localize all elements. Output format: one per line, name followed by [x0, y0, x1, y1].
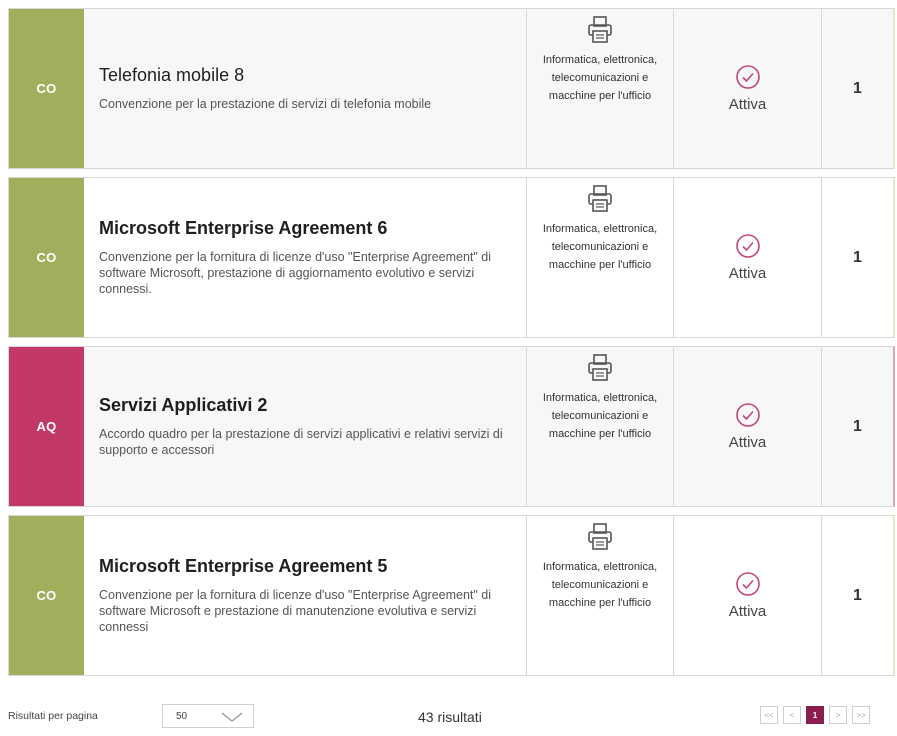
- printer-icon: [588, 354, 612, 381]
- status-cell: Attiva: [674, 9, 822, 168]
- card-main: Servizi Applicativi 2 Accordo quadro per…: [84, 347, 526, 506]
- printer-icon: [588, 185, 612, 212]
- check-circle-icon: [735, 65, 760, 89]
- results-footer: Risultati per pagina 50 43 risultati << …: [0, 700, 897, 736]
- category-label: Informatica, elettronica, telecomunicazi…: [542, 561, 658, 609]
- last-page-button[interactable]: >>: [852, 706, 870, 724]
- result-card-telefonia-mobile-8[interactable]: CO Telefonia mobile 8 Convenzione per la…: [8, 8, 895, 169]
- type-badge: CO: [9, 516, 84, 675]
- card-title[interactable]: Servizi Applicativi 2: [99, 395, 516, 416]
- lot-count: 1: [853, 586, 862, 604]
- category-cell: Informatica, elettronica, telecomunicazi…: [526, 347, 674, 506]
- type-badge: AQ: [9, 347, 84, 506]
- category-cell: Informatica, elettronica, telecomunicazi…: [526, 9, 674, 168]
- category-cell: Informatica, elettronica, telecomunicazi…: [526, 516, 674, 675]
- card-title[interactable]: Microsoft Enterprise Agreement 5: [99, 556, 516, 577]
- card-title[interactable]: Telefonia mobile 8: [99, 65, 516, 86]
- category-label: Informatica, elettronica, telecomunicazi…: [542, 223, 658, 271]
- status-cell: Attiva: [674, 347, 822, 506]
- pagination: << < 1 > >>: [760, 706, 870, 726]
- status-cell: Attiva: [674, 178, 822, 337]
- status-label: Attiva: [728, 603, 767, 620]
- per-page-select[interactable]: 50: [162, 704, 254, 728]
- lot-count: 1: [853, 417, 862, 435]
- printer-icon: [588, 16, 612, 43]
- status-label: Attiva: [728, 96, 767, 113]
- per-page-value: 50: [176, 711, 188, 722]
- check-circle-icon: [735, 234, 760, 258]
- result-card-microsoft-ea-5[interactable]: CO Microsoft Enterprise Agreement 5 Conv…: [8, 515, 895, 676]
- type-badge: CO: [9, 178, 84, 337]
- lot-count: 1: [853, 79, 862, 97]
- card-main: Microsoft Enterprise Agreement 6 Convenz…: [84, 178, 526, 337]
- prev-page-button[interactable]: <: [783, 706, 801, 724]
- status-label: Attiva: [728, 265, 767, 282]
- status-cell: Attiva: [674, 516, 822, 675]
- lot-count: 1: [853, 248, 862, 266]
- result-card-servizi-applicativi-2[interactable]: AQ Servizi Applicativi 2 Accordo quadro …: [8, 346, 895, 507]
- first-page-button[interactable]: <<: [760, 706, 778, 724]
- category-cell: Informatica, elettronica, telecomunicazi…: [526, 178, 674, 337]
- category-label: Informatica, elettronica, telecomunicazi…: [542, 54, 658, 102]
- card-title[interactable]: Microsoft Enterprise Agreement 6: [99, 218, 516, 239]
- card-main: Telefonia mobile 8 Convenzione per la pr…: [84, 9, 526, 168]
- status-label: Attiva: [728, 434, 767, 451]
- card-description: Convenzione per la fornitura di licenze …: [99, 250, 492, 296]
- card-description: Accordo quadro per la prestazione di ser…: [99, 427, 503, 457]
- card-description: Convenzione per la fornitura di licenze …: [99, 588, 492, 634]
- chevron-down-icon: [221, 712, 243, 722]
- results-count: 43 risultati: [418, 709, 482, 725]
- check-circle-icon: [735, 403, 760, 427]
- card-main: Microsoft Enterprise Agreement 5 Convenz…: [84, 516, 526, 675]
- page-1-button[interactable]: 1: [806, 706, 824, 724]
- next-page-button[interactable]: >: [829, 706, 847, 724]
- type-badge: CO: [9, 9, 84, 168]
- per-page-label: Risultati per pagina: [8, 710, 98, 722]
- card-description: Convenzione per la prestazione di serviz…: [99, 97, 432, 111]
- check-circle-icon: [735, 572, 760, 596]
- result-card-microsoft-ea-6[interactable]: CO Microsoft Enterprise Agreement 6 Conv…: [8, 177, 895, 338]
- printer-icon: [588, 523, 612, 550]
- category-label: Informatica, elettronica, telecomunicazi…: [542, 392, 658, 440]
